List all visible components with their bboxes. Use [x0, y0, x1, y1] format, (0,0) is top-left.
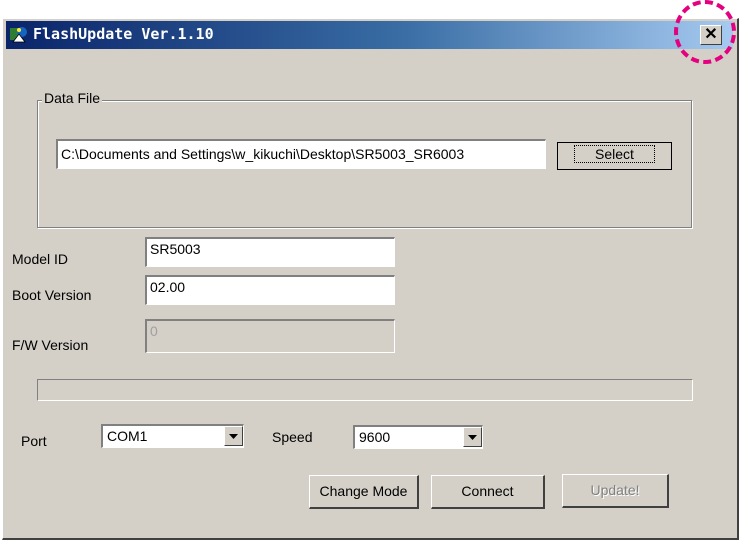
- port-select[interactable]: COM1: [101, 424, 244, 448]
- update-label: Update!: [590, 482, 640, 498]
- flashupdate-window: FlashUpdate Ver.1.10 ✕ Data File C:\Docu…: [2, 18, 739, 540]
- speed-label: Speed: [272, 429, 313, 445]
- fw-version-label: F/W Version: [12, 337, 89, 353]
- window-title: FlashUpdate Ver.1.10: [33, 25, 214, 43]
- port-label: Port: [21, 433, 47, 449]
- model-id-field[interactable]: SR5003: [145, 237, 395, 267]
- connect-button[interactable]: Connect: [431, 475, 545, 509]
- connect-label: Connect: [461, 483, 514, 499]
- data-file-group-label: Data File: [42, 90, 103, 106]
- change-mode-label: Change Mode: [319, 483, 408, 499]
- progress-bar: [37, 379, 693, 401]
- title-bar[interactable]: FlashUpdate Ver.1.10 ✕: [6, 21, 733, 49]
- select-button[interactable]: Select: [557, 142, 672, 170]
- port-select-value: COM1: [107, 428, 148, 444]
- boot-version-field[interactable]: 02.00: [145, 275, 395, 305]
- chevron-down-icon: [468, 435, 477, 440]
- speed-select[interactable]: 9600: [353, 425, 483, 449]
- speed-dropdown-button[interactable]: [463, 427, 482, 447]
- model-id-label: Model ID: [12, 251, 69, 267]
- boot-version-label: Boot Version: [12, 287, 92, 303]
- data-file-group: Data File C:\Documents and Settings\w_ki…: [37, 90, 692, 228]
- data-file-path-field[interactable]: C:\Documents and Settings\w_kikuchi\Desk…: [56, 139, 546, 169]
- select-button-label: Select: [574, 145, 655, 163]
- change-mode-button[interactable]: Change Mode: [309, 475, 419, 509]
- close-highlight-circle: [674, 0, 736, 64]
- port-dropdown-button[interactable]: [224, 426, 243, 446]
- update-button: Update!: [562, 474, 669, 508]
- chevron-down-icon: [229, 434, 238, 439]
- app-icon: [10, 27, 27, 43]
- speed-select-value: 9600: [359, 429, 391, 445]
- fw-version-field: 0: [145, 319, 395, 353]
